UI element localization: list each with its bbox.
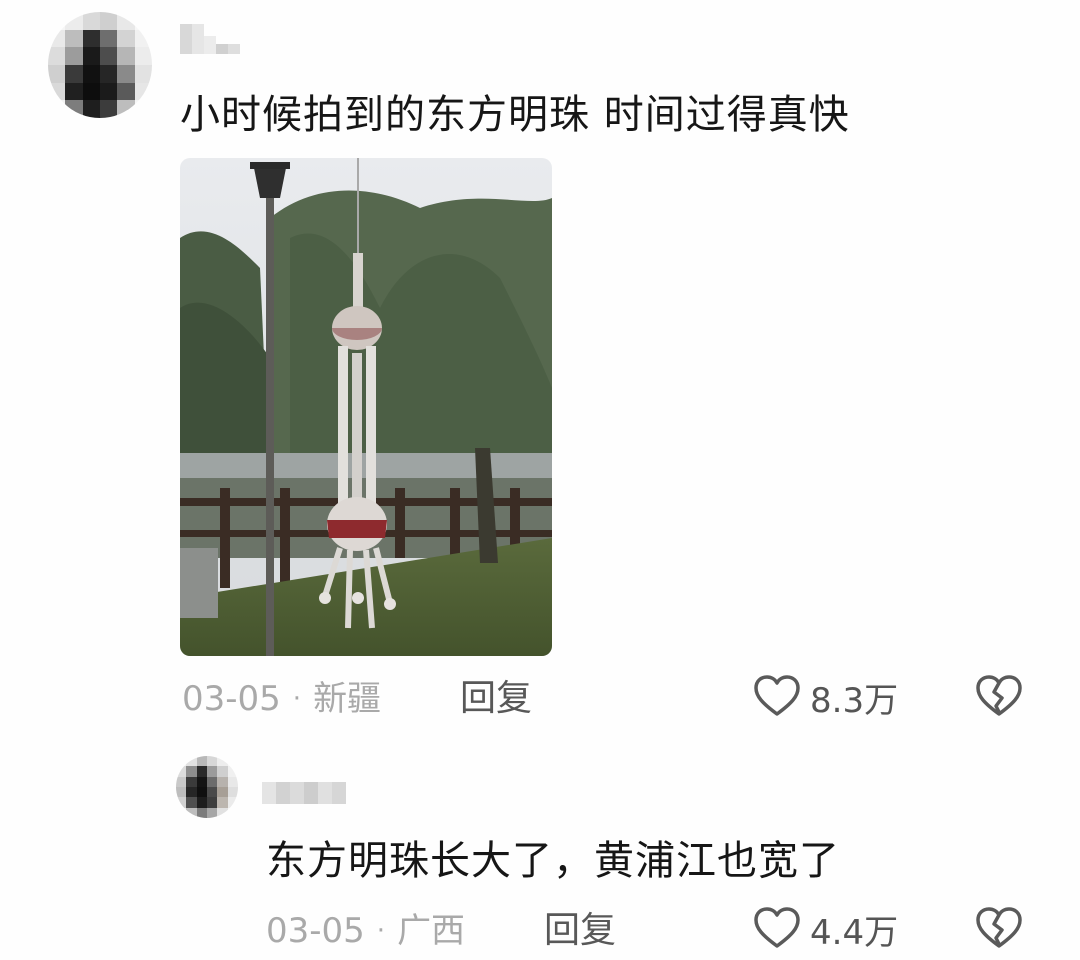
meta-separator: · (376, 916, 386, 946)
reply-button[interactable]: 回复 (460, 676, 532, 722)
heart-outline-icon (754, 907, 800, 948)
broken-heart-icon (976, 907, 1022, 948)
commenter-username[interactable] (180, 24, 240, 54)
dislike-button[interactable] (974, 672, 1024, 726)
broken-heart-icon (976, 675, 1022, 716)
reply-like-button[interactable]: 4.4万 (752, 904, 898, 954)
commenter-avatar[interactable] (48, 12, 152, 118)
reply-dislike-button[interactable] (974, 904, 1024, 958)
comment-text: 小时候拍到的东方明珠 时间过得真快 (180, 92, 850, 138)
like-count: 8.3万 (810, 680, 899, 721)
comment-date: 03-05 (182, 679, 281, 719)
reply-like-count: 4.4万 (810, 912, 899, 953)
reply-comment-text: 东方明珠长大了，黄浦江也宽了 (266, 838, 840, 884)
like-button[interactable]: 8.3万 (752, 672, 898, 722)
reply-comment-reply-button[interactable]: 回复 (544, 908, 616, 954)
meta-separator: · (292, 684, 302, 714)
replier-username[interactable] (262, 782, 346, 804)
comment-meta: 03-05 · 新疆 (182, 676, 381, 722)
reply-comment-meta: 03-05 · 广西 (266, 908, 465, 954)
reply-comment-location: 广西 (397, 911, 466, 951)
reply-comment-date: 03-05 (266, 911, 365, 951)
comment-location: 新疆 (313, 679, 382, 719)
comment-photo[interactable] (180, 158, 552, 656)
replier-avatar[interactable] (176, 756, 238, 818)
heart-outline-icon (754, 675, 800, 716)
